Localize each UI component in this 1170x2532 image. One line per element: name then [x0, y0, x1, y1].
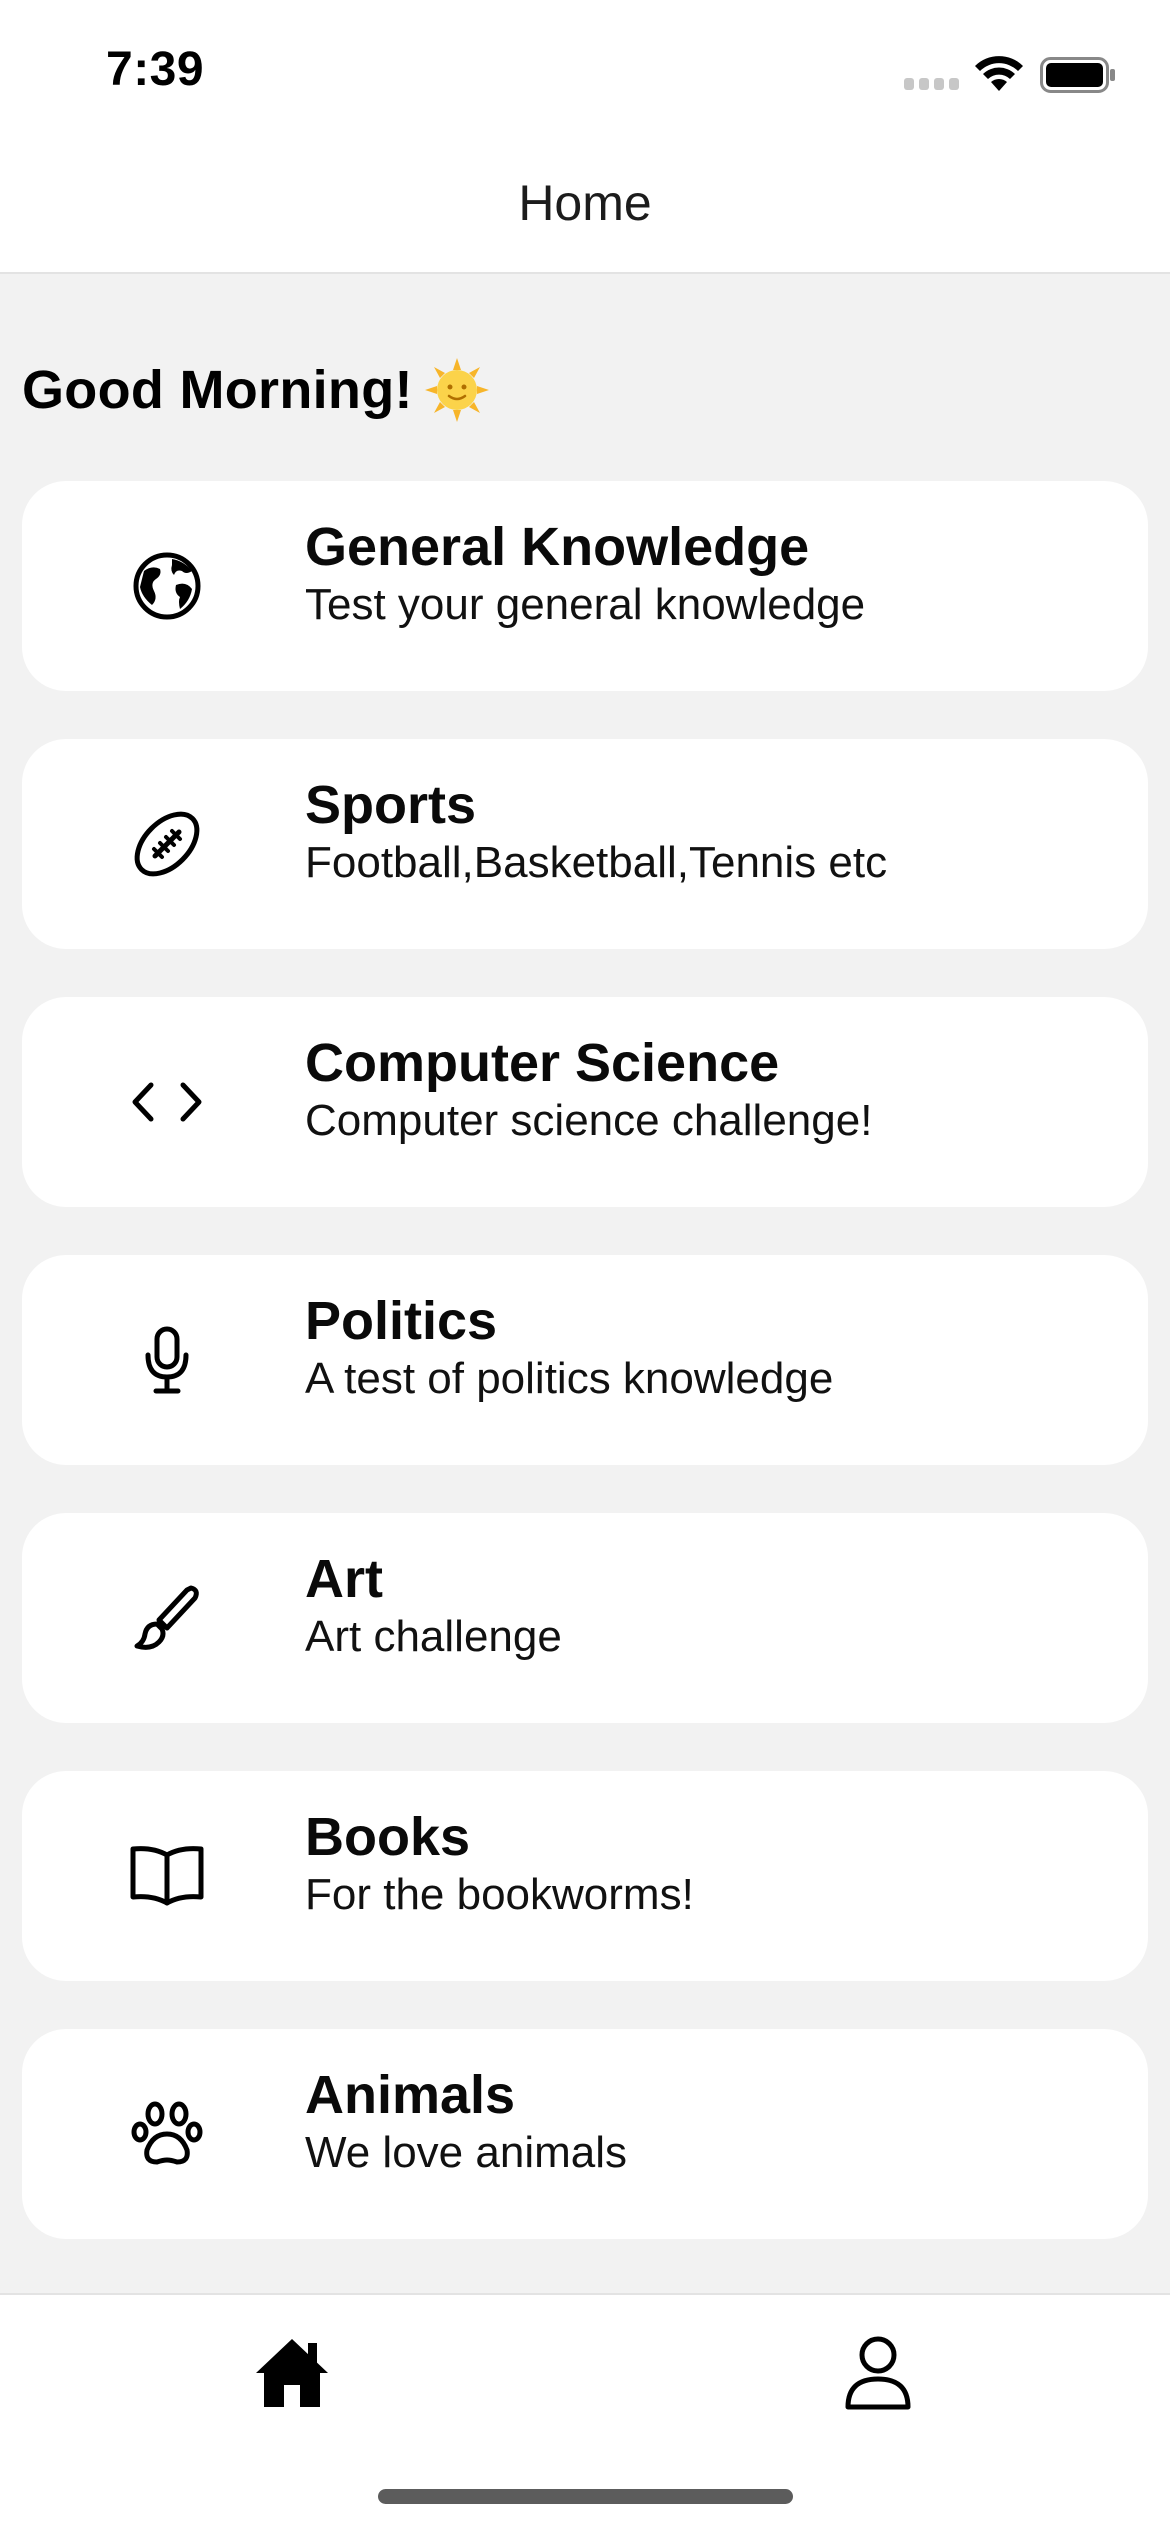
paintbrush-icon: [127, 1578, 207, 1658]
category-card-computer-science[interactable]: Computer Science Computer science challe…: [22, 997, 1148, 1207]
card-subtitle: A test of politics knowledge: [305, 1354, 834, 1403]
tab-home[interactable]: [254, 2335, 330, 2411]
card-text: Sports Football,Basketball,Tennis etc: [305, 773, 887, 889]
battery-icon: [1040, 57, 1115, 93]
paw-icon: [127, 2094, 207, 2174]
page-title: Home: [518, 175, 652, 231]
tab-profile[interactable]: [844, 2335, 912, 2411]
card-text: Animals We love animals: [305, 2063, 627, 2179]
card-text: Art Art challenge: [305, 1547, 562, 1663]
card-subtitle: Football,Basketball,Tennis etc: [305, 838, 888, 887]
cellular-signal-icon: [904, 78, 959, 90]
category-card-art[interactable]: Art Art challenge: [22, 1513, 1148, 1723]
navigation-bar: Home: [0, 150, 1170, 274]
category-card-animals[interactable]: Animals We love animals: [22, 2029, 1148, 2239]
book-icon: [127, 1836, 207, 1916]
category-card-sports[interactable]: Sports Football,Basketball,Tennis etc: [22, 739, 1148, 949]
category-list: General Knowledge Test your general know…: [22, 481, 1148, 2287]
card-subtitle: Art challenge: [305, 1612, 562, 1661]
code-icon: [127, 1062, 207, 1142]
card-title: Sports: [305, 775, 477, 835]
microphone-icon: [127, 1320, 207, 1400]
category-card-general-knowledge[interactable]: General Knowledge Test your general know…: [22, 481, 1148, 691]
card-text: General Knowledge Test your general know…: [305, 515, 865, 631]
category-card-books[interactable]: Books For the bookworms!: [22, 1771, 1148, 1981]
card-title: Politics: [305, 1291, 498, 1351]
card-title: Art: [305, 1549, 383, 1609]
card-subtitle: For the bookworms!: [305, 1870, 694, 1919]
category-card-politics[interactable]: Politics A test of politics knowledge: [22, 1255, 1148, 1465]
football-icon: [127, 804, 207, 884]
home-icon: [256, 2339, 328, 2407]
greeting-text: Good Morning!: [22, 360, 413, 420]
card-title: Animals: [305, 2065, 516, 2125]
card-title: Books: [305, 1807, 471, 1867]
person-icon: [845, 2336, 911, 2410]
card-subtitle: Test your general knowledge: [305, 580, 866, 629]
card-title: Computer Science: [305, 1033, 780, 1093]
home-indicator[interactable]: [378, 2489, 793, 2504]
card-title: General Knowledge: [305, 517, 810, 577]
card-subtitle: Computer science challenge!: [305, 1096, 873, 1145]
card-text: Computer Science Computer science challe…: [305, 1031, 872, 1147]
greeting: Good Morning!: [22, 358, 489, 422]
sun-with-face-icon: [424, 358, 489, 422]
status-time: 7:39: [106, 43, 205, 96]
wifi-icon: [975, 56, 1023, 91]
card-text: Politics A test of politics knowledge: [305, 1289, 833, 1405]
card-text: Books For the bookworms!: [305, 1805, 694, 1921]
status-bar: 7:39: [0, 0, 1170, 150]
card-subtitle: We love animals: [305, 2128, 627, 2177]
globe-icon: [127, 546, 207, 626]
